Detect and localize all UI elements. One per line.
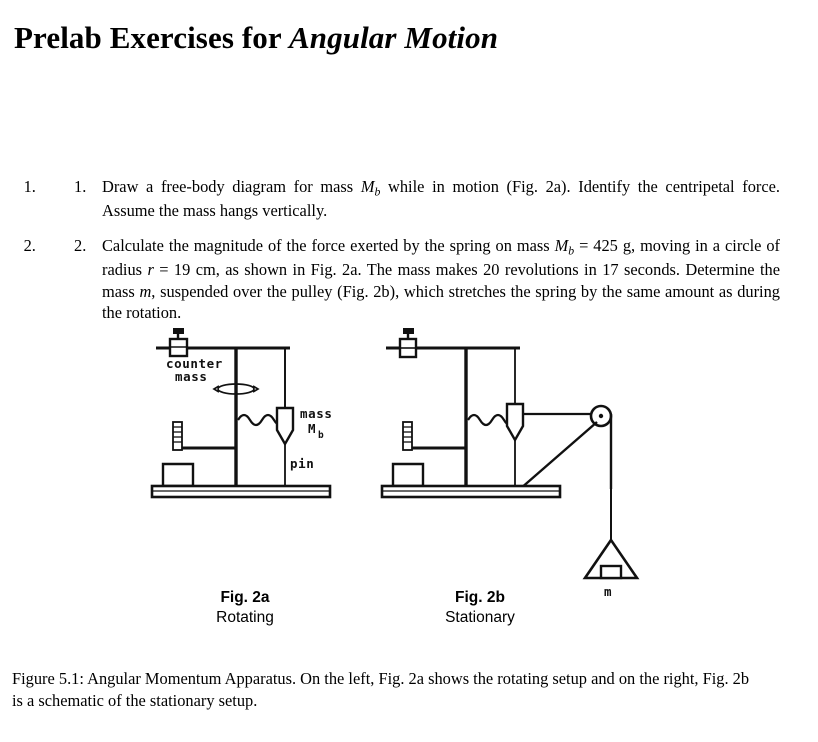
exercise-2-seg-0: Calculate the magnitude of the force exe…: [102, 235, 555, 255]
exercise-2-var-m: m: [139, 281, 152, 301]
diagonal-brace: [519, 421, 598, 490]
subcaption-subtitle: Rotating: [216, 608, 274, 626]
pulley-icon: [589, 404, 613, 428]
hanging-mass-bob: [505, 402, 525, 443]
exercise-1-seg-0: Draw a free-body diagram for mass: [102, 177, 361, 196]
exercise-marker: 2.: [74, 235, 87, 255]
exercise-2-seg-7: , suspended over the pulley (Fig. 2b), w…: [102, 281, 780, 323]
hanging-mass-bob: [275, 348, 295, 447]
page-title-italic: Angular Motion: [289, 19, 499, 55]
subcaption-title: Fig. 2b: [455, 589, 505, 606]
mass-symbol-label: M: [308, 421, 316, 436]
figure-subcaptions: Fig. 2a Rotating Fig. 2b Stationary: [0, 588, 818, 644]
threaded-post: [172, 421, 183, 451]
exercise-marker: 1.: [74, 177, 87, 196]
subcaption-title: Fig. 2a: [220, 589, 270, 606]
mass-subscript-label: b: [318, 430, 324, 441]
page-title: Prelab Exercises for Angular Motion: [14, 17, 614, 59]
pin-label: pin: [290, 456, 314, 471]
subcaption-fig-2b: Fig. 2b Stationary: [410, 588, 550, 628]
base-block: [161, 462, 195, 488]
panel-rotating: counter mass mass M b pin: [150, 328, 333, 499]
counter-mass-block: [168, 328, 189, 358]
subcaption-fig-2a: Fig. 2a Rotating: [175, 588, 315, 628]
subcaption-subtitle: Stationary: [445, 608, 515, 626]
mass-label: mass: [300, 406, 333, 421]
base-block: [391, 462, 425, 488]
weight-hanger: [582, 537, 640, 580]
counter-mass-label-line2: mass: [175, 369, 208, 384]
exercise-text: Draw a free-body diagram for mass Mb whi…: [102, 177, 780, 220]
panel-stationary: m: [380, 328, 640, 599]
exercise-item-1: 1. Draw a free-body diagram for mass Mb …: [40, 176, 818, 222]
exercise-list: 1. Draw a free-body diagram for mass Mb …: [0, 176, 818, 337]
base-plate: [380, 484, 562, 499]
exercise-1-var-M: M: [360, 177, 375, 196]
apparatus-figure: counter mass mass M b pin m Fig. 2a Rota…: [0, 326, 818, 646]
exercise-text: Calculate the magnitude of the force exe…: [102, 236, 780, 323]
counter-mass-block: [398, 328, 418, 359]
exercise-item-2: 2. Calculate the magnitude of the force …: [40, 235, 818, 324]
page-title-roman: Prelab Exercises for: [14, 19, 290, 55]
base-plate: [150, 484, 332, 499]
figure-caption: Figure 5.1: Angular Momentum Apparatus. …: [12, 669, 750, 711]
threaded-post: [402, 421, 413, 451]
exercise-2-var-M: M: [554, 235, 569, 255]
